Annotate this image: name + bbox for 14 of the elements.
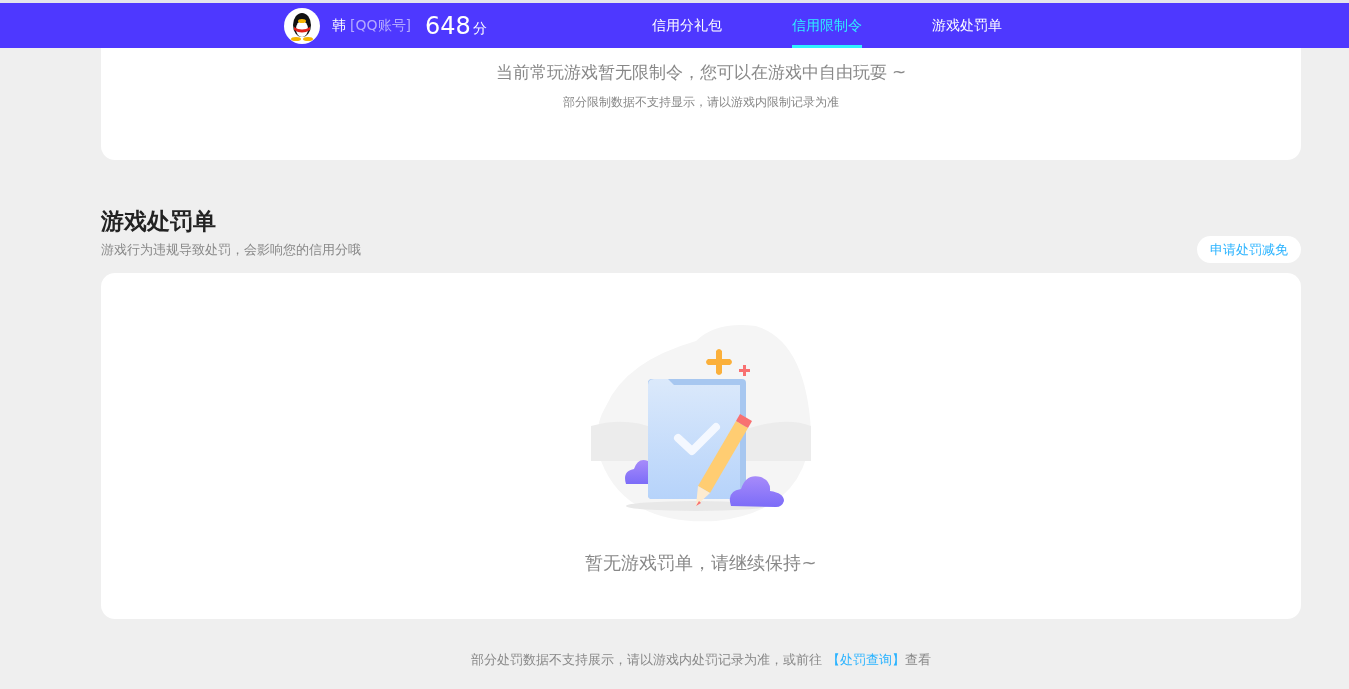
section-title: 游戏处罚单 xyxy=(101,207,217,236)
nav-tab[interactable]: 信用分礼包 xyxy=(651,3,722,48)
user-name: 韩 xyxy=(332,16,346,35)
nav-tab[interactable]: 游戏处罚单 xyxy=(931,3,1002,48)
credit-score: 648 xyxy=(424,11,471,40)
account-type: [QQ账号] xyxy=(350,16,411,35)
empty-message: 暂无游戏罚单，请继续保持~ xyxy=(585,551,817,575)
avatar-icon xyxy=(284,7,320,44)
restriction-note: 部分限制数据不支持显示，请以游戏内限制记录为准 xyxy=(563,94,839,111)
restriction-message: 当前常玩游戏暂无限制令，您可以在游戏中自由玩耍 ~ xyxy=(495,61,907,84)
section-subtitle: 游戏行为违规导致处罚，会影响您的信用分哦 xyxy=(101,241,361,259)
footer-note: 部分处罚数据不支持展示，请以游戏内处罚记录为准，或前往 【处罚查询】查看 xyxy=(470,651,932,669)
appeal-button[interactable]: 申请处罚减免 xyxy=(1197,236,1301,263)
score-unit: 分 xyxy=(472,19,487,38)
